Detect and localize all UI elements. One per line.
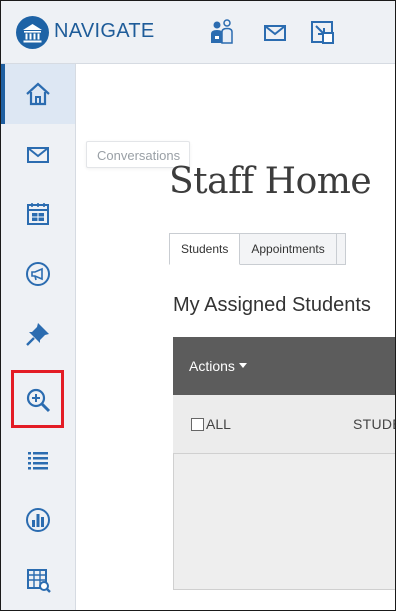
actions-label: Actions [189, 358, 235, 374]
zoom-in-icon [26, 388, 51, 413]
logo-icon[interactable] [16, 16, 49, 49]
select-all-checkbox[interactable] [191, 418, 204, 431]
page-title: Staff Home [169, 161, 372, 202]
select-all-label: ALL [206, 416, 231, 432]
sidebar-item-analytics[interactable] [1, 490, 75, 550]
sidebar-item-search[interactable] [1, 370, 75, 430]
pin-icon [26, 323, 49, 346]
home-icon [26, 82, 50, 106]
tab-bar: Students Appointments [169, 233, 346, 265]
sidebar-item-announcements[interactable] [1, 244, 75, 304]
sidebar-item-calendar[interactable] [1, 184, 75, 244]
mail-icon[interactable] [260, 17, 290, 47]
sidebar-item-conversations[interactable] [1, 124, 75, 184]
section-title: My Assigned Students [173, 294, 371, 316]
sidebar-item-pinned[interactable] [1, 304, 75, 364]
app-window: NAVIGATE Conversations Staff Home Studen… [0, 0, 396, 611]
table-header-row: ALL STUDENT [173, 395, 395, 454]
sidebar [1, 64, 76, 610]
tab-appointments[interactable]: Appointments [240, 233, 337, 265]
tab-next[interactable] [336, 233, 346, 265]
top-bar: NAVIGATE [1, 1, 395, 64]
megaphone-icon [26, 262, 50, 286]
sidebar-item-lists[interactable] [1, 430, 75, 490]
chart-icon [26, 508, 50, 532]
window-arrow-icon[interactable] [307, 17, 337, 47]
table-body [173, 454, 395, 589]
actions-dropdown[interactable]: Actions [189, 358, 247, 374]
table-toolbar: Actions [173, 337, 395, 395]
divider [173, 589, 395, 590]
tab-students[interactable]: Students [169, 233, 241, 265]
app-name: NAVIGATE [54, 20, 155, 42]
calendar-icon [27, 203, 49, 225]
sidebar-item-home[interactable] [1, 64, 75, 124]
report-icon [27, 569, 51, 593]
column-student[interactable]: STUDENT [353, 416, 395, 432]
mail-icon [27, 147, 49, 163]
caret-down-icon [238, 362, 247, 368]
sidebar-item-reports[interactable] [1, 550, 75, 610]
people-icon[interactable] [207, 17, 237, 47]
list-icon [28, 452, 48, 470]
